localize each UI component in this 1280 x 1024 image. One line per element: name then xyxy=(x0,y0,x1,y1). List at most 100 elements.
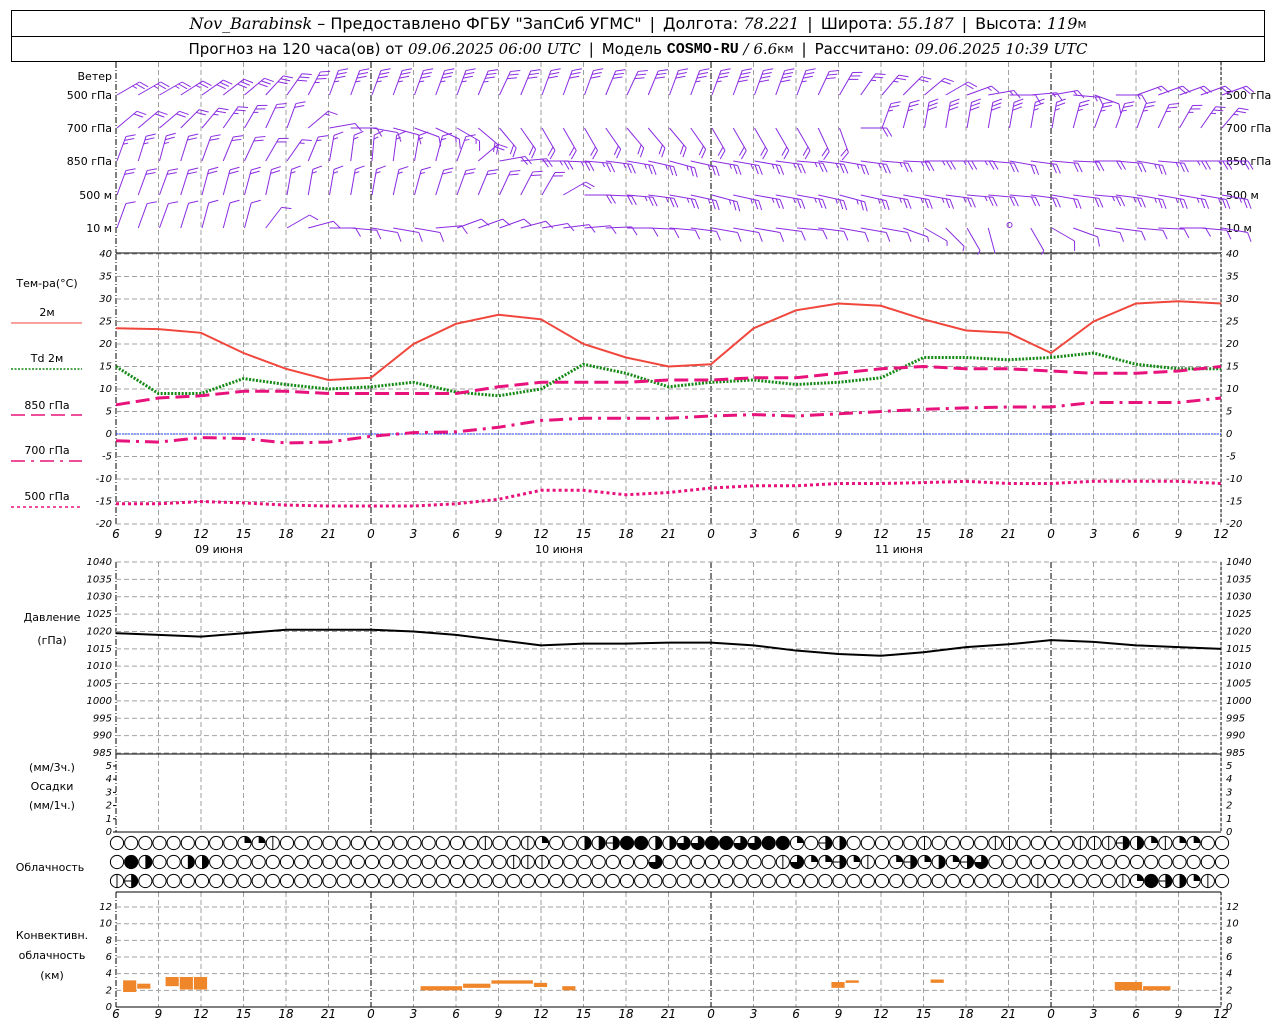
cloud-symbol-v xyxy=(506,854,521,870)
barb-feather xyxy=(299,76,310,79)
x-tick-label: 6 xyxy=(112,1007,120,1021)
barb-feather xyxy=(1119,197,1126,207)
cloud-symbol-0 xyxy=(605,854,620,870)
barb-feather xyxy=(1055,102,1066,107)
barb-feather xyxy=(207,170,218,175)
barb-feather xyxy=(1073,198,1078,209)
cloud-symbol-0 xyxy=(747,854,762,870)
barb-feather xyxy=(125,168,136,172)
barb-feather xyxy=(421,166,431,171)
barb-feather xyxy=(676,72,687,75)
cloud-symbol-0 xyxy=(704,873,720,889)
cloud-fill xyxy=(542,836,549,843)
cloud-circle xyxy=(733,854,748,870)
barb-feather xyxy=(1175,162,1179,168)
cloud-fill xyxy=(202,855,209,869)
barb-feather xyxy=(1167,106,1178,109)
cloud-circle xyxy=(407,835,422,851)
x-tick-label: 3 xyxy=(750,1007,758,1021)
barb-feather xyxy=(359,68,370,72)
cloud-symbol-0 xyxy=(124,835,139,851)
cloud-symbol-0 xyxy=(350,854,365,870)
cloud-symbol-0 xyxy=(421,873,436,889)
temp-tick-label: 35 xyxy=(99,272,112,283)
barb-feather xyxy=(673,166,678,177)
cloud-circle xyxy=(152,873,167,889)
barb-feather xyxy=(294,105,305,108)
cloud-symbol-0 xyxy=(1030,835,1045,851)
barb-feather xyxy=(732,200,737,211)
cloud-symbol-t xyxy=(789,854,805,870)
wind-barb xyxy=(817,69,840,96)
conv-tick-label: 4 xyxy=(106,969,112,980)
barb-feather xyxy=(158,110,168,116)
barb-feather xyxy=(673,198,679,208)
cloud-symbol-v xyxy=(860,854,875,870)
barb-feather xyxy=(909,99,920,104)
cloud-circle xyxy=(761,854,776,870)
cloud-circle xyxy=(874,873,890,889)
cloud-circle xyxy=(379,854,394,870)
wind-barb xyxy=(1051,89,1085,99)
cloud-symbol-q xyxy=(534,835,550,851)
barb-feather xyxy=(759,79,770,83)
temp-tick-label-right: 20 xyxy=(1226,339,1239,350)
cloud-circle xyxy=(166,854,181,870)
barb-feather xyxy=(187,137,198,141)
barb-feather xyxy=(609,163,616,173)
wind-barb xyxy=(754,127,768,160)
temp-tick-label: 15 xyxy=(99,362,112,373)
cloud-symbol-0 xyxy=(223,854,238,870)
cloud-fill xyxy=(1179,874,1187,888)
cloud-circle xyxy=(166,873,181,889)
cloud-circle xyxy=(1214,835,1230,851)
barb-feather xyxy=(147,201,157,205)
barb-feather xyxy=(527,76,538,79)
wind-barb xyxy=(817,127,830,160)
conv-tick-label: 6 xyxy=(106,952,112,963)
barb-feather xyxy=(418,131,429,136)
barb-feather xyxy=(690,198,696,209)
cloud-symbol-0 xyxy=(832,873,847,889)
barb-feather xyxy=(827,73,838,76)
convective-bar xyxy=(420,986,463,991)
barb-feather xyxy=(694,230,701,240)
barb-feather xyxy=(1137,162,1143,173)
barb-feather xyxy=(699,68,710,72)
wind-barb xyxy=(414,68,434,96)
cloud-fill xyxy=(825,855,832,862)
cloud-symbol-0 xyxy=(761,873,776,889)
barb-staff xyxy=(860,227,887,234)
barb-feather xyxy=(775,198,781,209)
barb-feather xyxy=(328,110,338,116)
wind-barb xyxy=(1073,194,1104,208)
cloud-symbol-0 xyxy=(1073,873,1088,889)
cloud-symbol-h xyxy=(832,835,847,851)
x-tick-label: 15 xyxy=(916,527,931,541)
barb-feather xyxy=(758,165,763,175)
barb-feather xyxy=(763,68,774,72)
barb-feather xyxy=(1013,197,1019,207)
x-tick-label: 12 xyxy=(533,1007,548,1021)
cloud-symbol-q xyxy=(804,854,819,870)
wind-barb xyxy=(350,130,364,162)
cloud-symbol-0 xyxy=(209,873,224,889)
cloud-symbol-0 xyxy=(435,835,450,851)
cloud-circle xyxy=(223,873,238,889)
cloud-circle xyxy=(1002,873,1017,889)
pressure-tick-label-right: 1000 xyxy=(1226,696,1251,707)
barb-feather xyxy=(528,145,534,156)
cloud-circle xyxy=(350,854,365,870)
cloud-fill xyxy=(825,836,832,850)
cloud-symbol-0 xyxy=(818,873,833,889)
barb-feather xyxy=(251,166,261,171)
x-tick-label: 18 xyxy=(278,1007,294,1021)
cloud-symbol-0 xyxy=(464,835,479,851)
cloud-symbol-0 xyxy=(619,854,635,870)
temp-tick-label-right: 25 xyxy=(1226,317,1239,328)
barb-feather xyxy=(648,164,653,175)
cloud-fill xyxy=(1179,836,1187,843)
barb-feather xyxy=(202,80,212,86)
wind-barb xyxy=(222,166,240,196)
x-tick-label: 15 xyxy=(576,1007,591,1021)
